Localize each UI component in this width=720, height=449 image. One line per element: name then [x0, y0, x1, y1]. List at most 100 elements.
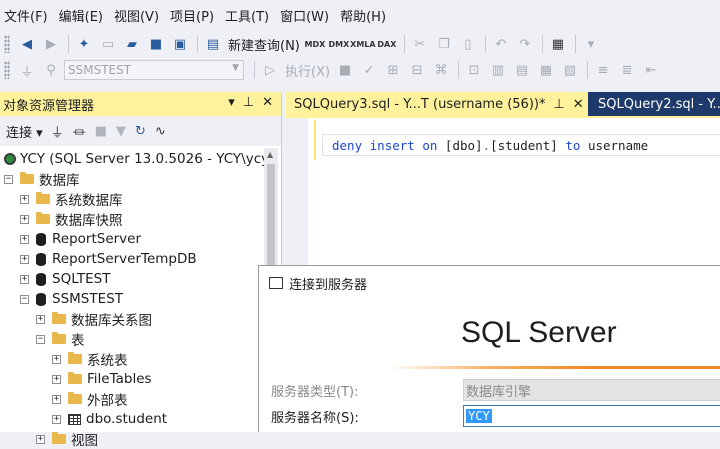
close-tab-icon[interactable]: ✕: [573, 97, 584, 112]
code-line[interactable]: deny insert on [dbo].[student] to userna…: [332, 138, 648, 153]
server-type-select[interactable]: 数据库引擎: [463, 379, 720, 401]
tree-node-views[interactable]: + 视图: [36, 429, 98, 449]
expand-icon[interactable]: +: [52, 394, 61, 404]
menu-file[interactable]: 文件(F): [2, 6, 59, 25]
undo-icon[interactable]: ↶: [490, 33, 512, 55]
tree-node-reportserver[interactable]: + ReportServer: [20, 229, 141, 249]
expand-icon[interactable]: +: [20, 254, 29, 264]
connect-icon[interactable]: ⏚: [51, 122, 64, 141]
forward-icon[interactable]: ▶: [40, 33, 62, 55]
new-project-icon[interactable]: ✦: [73, 33, 95, 55]
tree-node-filetables[interactable]: + FileTables: [52, 369, 152, 389]
dialog-title: 连接到服务器: [289, 277, 368, 293]
back-icon[interactable]: ◀: [16, 33, 38, 55]
client-stats-icon[interactable]: ▥: [487, 59, 509, 81]
dmx-query-button[interactable]: DMX: [328, 33, 350, 55]
change-connection-icon[interactable]: ⚲: [40, 59, 62, 81]
toolbar-grip[interactable]: [4, 61, 10, 79]
tree-node-databases[interactable]: − 数据库: [4, 169, 80, 189]
xmla-query-button[interactable]: XMLA: [350, 33, 375, 55]
expand-icon[interactable]: +: [20, 234, 29, 244]
toolbar-separator: [458, 61, 460, 79]
tree-node-sqltest[interactable]: + SQLTEST: [20, 269, 110, 289]
expand-icon[interactable]: +: [20, 194, 29, 204]
save-all-icon[interactable]: ▣: [169, 33, 191, 55]
activity-monitor-icon[interactable]: ▦: [547, 33, 569, 55]
connect-dropdown-button[interactable]: 连接 ▾: [6, 122, 43, 141]
scroll-up-icon[interactable]: ▲: [267, 150, 273, 159]
expand-icon[interactable]: +: [20, 274, 29, 284]
expand-icon[interactable]: +: [20, 214, 29, 224]
tree-node-dbo-student[interactable]: + dbo.student: [52, 409, 167, 429]
include-plan-icon[interactable]: ⊡: [463, 59, 485, 81]
redo-icon[interactable]: ↷: [514, 33, 536, 55]
results-to-text-icon[interactable]: ▤: [511, 59, 533, 81]
paste-icon[interactable]: ▯: [457, 33, 479, 55]
cancel-query-icon[interactable]: ■: [334, 59, 356, 81]
expand-icon[interactable]: +: [36, 434, 45, 444]
toolbar-dropdown-icon[interactable]: ▾: [580, 33, 602, 55]
expand-icon[interactable]: +: [52, 354, 61, 364]
activity-monitor-icon[interactable]: ∿: [155, 124, 166, 139]
display-plan-icon[interactable]: ⊞: [382, 59, 404, 81]
pin-icon[interactable]: ⊥: [243, 95, 254, 110]
expand-icon[interactable]: +: [52, 374, 61, 384]
refresh-icon[interactable]: ↻: [135, 124, 146, 139]
expand-icon[interactable]: +: [36, 314, 45, 324]
menu-window[interactable]: 窗口(W): [280, 6, 340, 25]
tree-node-ssmstest[interactable]: − SSMSTEST: [20, 289, 123, 309]
close-icon[interactable]: ✕: [262, 95, 273, 110]
disconnect-icon[interactable]: ⏛: [73, 122, 86, 141]
new-query-icon[interactable]: ▤: [202, 33, 224, 55]
comment-icon[interactable]: ≡: [592, 59, 614, 81]
table-icon: [68, 413, 81, 425]
tree-node-external-tables[interactable]: + 外部表: [52, 389, 128, 409]
connect-icon[interactable]: ⏚: [16, 59, 38, 81]
collapse-icon[interactable]: −: [4, 174, 13, 184]
results-to-file-icon[interactable]: ▧: [559, 59, 581, 81]
tab-sqlquery2[interactable]: SQLQuery2.sql - Y...: [588, 92, 720, 116]
new-query-button[interactable]: 新建查询(N): [228, 35, 300, 54]
tree-node-system-tables[interactable]: + 系统表: [52, 349, 128, 369]
results-to-grid-icon[interactable]: ▦: [535, 59, 557, 81]
menu-view[interactable]: 视图(V): [114, 6, 170, 25]
execute-button[interactable]: 执行(X): [285, 61, 330, 80]
intellisense-icon[interactable]: ⌘: [430, 59, 452, 81]
dax-query-button[interactable]: DAX: [376, 33, 398, 55]
tree-node-database-diagrams[interactable]: + 数据库关系图: [36, 309, 152, 329]
folder-icon: [36, 212, 50, 224]
dot-punct: .: [482, 138, 491, 153]
pin-icon[interactable]: ⊥: [553, 97, 564, 112]
expand-icon[interactable]: +: [52, 414, 61, 424]
tree-node-system-databases[interactable]: + 系统数据库: [20, 189, 123, 209]
tree-node-reportservertempdb[interactable]: + ReportServerTempDB: [20, 249, 197, 269]
toolbar-separator: [484, 35, 486, 53]
parse-icon[interactable]: ✓: [358, 59, 380, 81]
query-designer-icon[interactable]: ⊟: [406, 59, 428, 81]
cut-icon[interactable]: ✂: [409, 33, 431, 55]
filter-icon[interactable]: ▼: [116, 124, 126, 139]
menu-project[interactable]: 项目(P): [170, 6, 225, 25]
execute-icon[interactable]: ▷: [259, 59, 281, 81]
add-item-icon[interactable]: ▭: [97, 33, 119, 55]
open-folder-icon[interactable]: ▰: [121, 33, 143, 55]
menu-help[interactable]: 帮助(H): [340, 6, 397, 25]
menu-tools[interactable]: 工具(T): [225, 6, 280, 25]
window-position-icon[interactable]: ▾: [228, 95, 235, 110]
stop-icon[interactable]: ■: [95, 124, 107, 139]
server-name-input[interactable]: YCY: [463, 405, 720, 427]
tree-node-tables[interactable]: − 表: [36, 329, 85, 349]
tree-node-server[interactable]: YCY (SQL Server 13.0.5026 - YCY\ycy: [4, 149, 269, 169]
save-icon[interactable]: ■: [145, 33, 167, 55]
tab-sqlquery3[interactable]: SQLQuery3.sql - Y...T (username (56))* ⊥…: [286, 92, 588, 116]
uncomment-icon[interactable]: ≣: [616, 59, 638, 81]
available-databases-combo[interactable]: SSMSTEST ▼: [64, 60, 244, 80]
toolbar-grip[interactable]: [4, 35, 10, 53]
decrease-indent-icon[interactable]: ⇤: [640, 59, 662, 81]
collapse-icon[interactable]: −: [20, 294, 29, 304]
collapse-icon[interactable]: −: [36, 334, 45, 344]
menu-edit[interactable]: 编辑(E): [59, 6, 114, 25]
tree-node-database-snapshots[interactable]: + 数据库快照: [20, 209, 123, 229]
copy-icon[interactable]: ❐: [433, 33, 455, 55]
mdx-query-button[interactable]: MDX: [304, 33, 326, 55]
